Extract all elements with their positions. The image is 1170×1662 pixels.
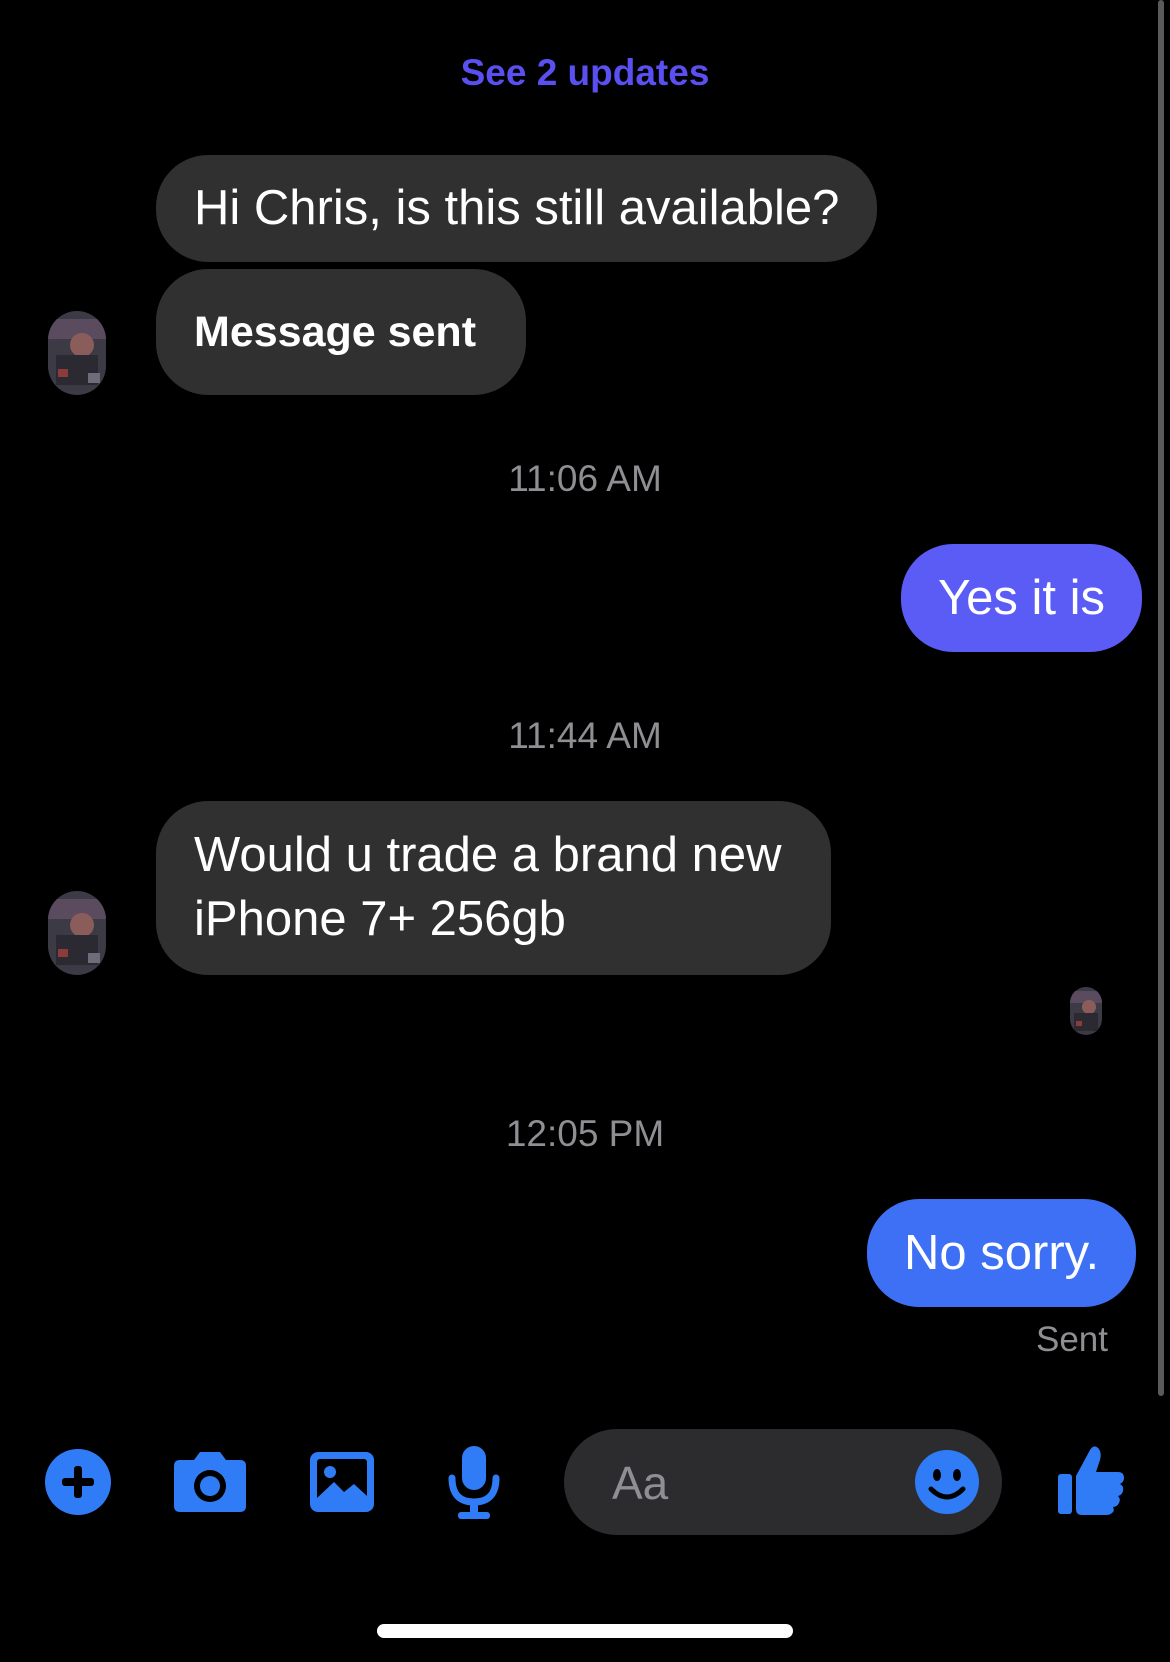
emoji-icon[interactable] [914,1449,980,1515]
message-bubble-outgoing[interactable]: Yes it is [901,544,1143,652]
timestamp: 12:05 PM [505,1113,665,1154]
message-status: Sent [1036,1320,1108,1359]
avatar-photo-icon [1070,987,1102,1035]
thumbs-up-icon[interactable] [1056,1444,1126,1516]
message-bubble-incoming[interactable]: Would u trade a brand new iPhone 7+ 256g… [156,801,832,975]
message-text: Yes it is [938,571,1106,625]
contact-avatar[interactable] [48,311,106,395]
message-text: Message sent [194,308,477,356]
avatar-photo-icon [48,891,106,975]
timestamp: 11:44 AM [508,715,662,756]
photo-gallery-icon[interactable] [308,1450,376,1514]
message-text-line: Would u trade a brand new [194,828,782,882]
message-bubble-incoming[interactable]: Message sent [156,269,527,395]
camera-icon[interactable] [172,1450,248,1514]
contact-avatar[interactable] [48,891,106,975]
message-bubble-outgoing[interactable]: No sorry. [867,1199,1137,1307]
message-text: No sorry. [904,1226,1100,1280]
message-input[interactable] [610,1429,894,1537]
message-text-line: iPhone 7+ 256gb [194,892,566,946]
timestamp: 11:06 AM [508,458,662,499]
message-text: Hi Chris, is this still available? [194,181,840,235]
microphone-icon[interactable] [446,1444,502,1520]
avatar-photo-icon [48,311,106,395]
message-bubble-incoming[interactable]: Hi Chris, is this still available? [156,155,878,262]
plus-icon[interactable] [44,1448,112,1516]
read-receipt-avatar [1070,987,1102,1035]
scrollbar[interactable] [1158,0,1164,1396]
home-indicator [377,1624,793,1638]
see-updates-link[interactable]: See 2 updates [0,52,1170,94]
message-composer [564,1429,1002,1537]
